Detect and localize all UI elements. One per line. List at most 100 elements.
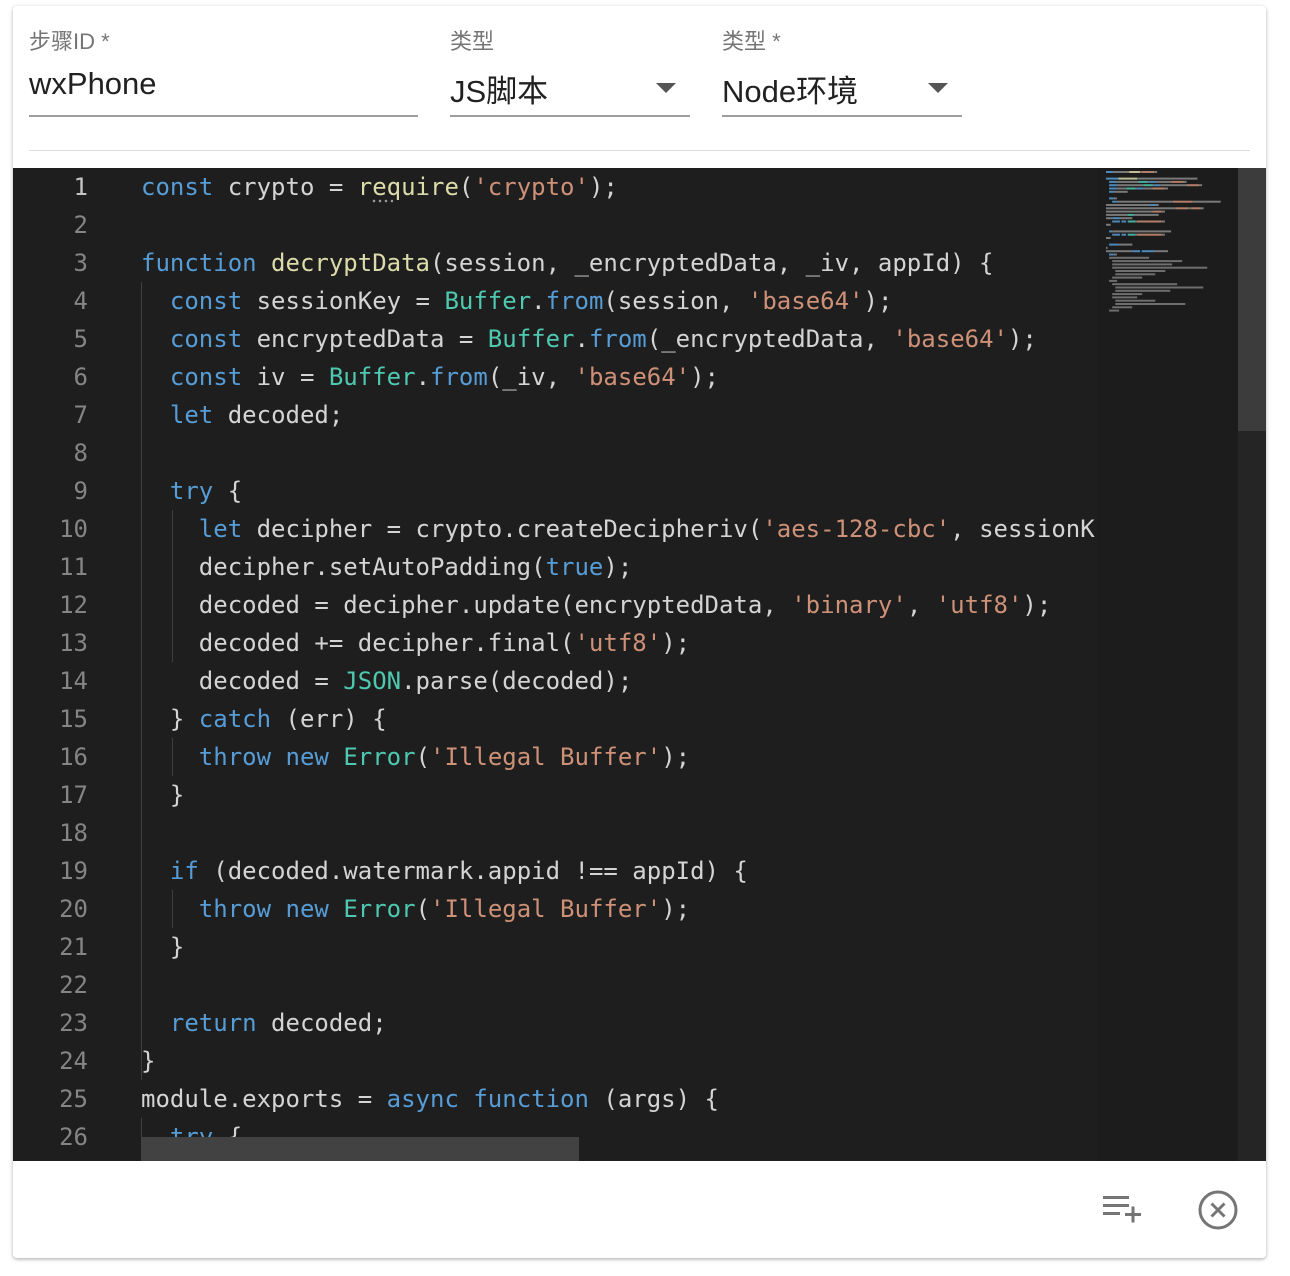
minimap-line	[1137, 233, 1162, 236]
minimap-line	[1155, 180, 1172, 183]
code-line: const crypto = require('crypto');	[141, 168, 618, 206]
horizontal-scrollbar[interactable]	[141, 1137, 579, 1161]
close-circle-icon[interactable]	[1197, 1189, 1239, 1231]
type-value[interactable]: JS脚本	[450, 66, 548, 111]
minimap-line	[1112, 306, 1133, 309]
minimap-line	[1113, 253, 1117, 256]
code-line: decoded += decipher.final('utf8');	[141, 624, 690, 662]
minimap-line	[1143, 184, 1153, 187]
minimap[interactable]	[1098, 168, 1238, 1161]
minimap-line	[1106, 237, 1111, 239]
code-token: 'crypto'	[473, 173, 589, 201]
line-number: 14	[59, 667, 88, 695]
chevron-down-icon[interactable]	[656, 83, 676, 93]
playlist-add-icon[interactable]	[1101, 1193, 1145, 1229]
minimap-line	[1129, 171, 1141, 173]
code-line: const iv = Buffer.from(_iv, 'base64');	[141, 358, 719, 396]
code-line: return decoded;	[141, 1004, 387, 1042]
code-token: (decoded.watermark.appid !== appId) {	[198, 857, 748, 885]
code-token: .	[415, 363, 431, 391]
code-line: }	[141, 1042, 155, 1080]
code-token: 'base64'	[574, 363, 691, 391]
code-token: (	[415, 895, 431, 923]
env-label: 类型 *	[722, 29, 781, 54]
divider	[29, 150, 1250, 151]
code-token: crypto =	[213, 173, 358, 201]
minimap-line	[1154, 171, 1158, 173]
chevron-down-icon[interactable]	[928, 83, 948, 93]
code-line: let decoded;	[141, 396, 343, 434]
minimap-line	[1152, 187, 1165, 190]
code-token: (_encryptedData,	[646, 325, 893, 353]
code-token: JSON	[343, 667, 402, 695]
minimap-line	[1172, 200, 1193, 203]
code-line: decoded = decipher.update(encryptedData,…	[141, 586, 1052, 624]
minimap-line	[1141, 171, 1155, 173]
line-number: 26	[59, 1123, 88, 1151]
code-token: decoded;	[256, 1009, 387, 1037]
minimap-line	[1106, 210, 1153, 213]
minimap-line	[1183, 180, 1187, 183]
minimap-line	[1106, 246, 1108, 249]
vertical-scrollbar[interactable]	[1238, 168, 1266, 1161]
minimap-line	[1109, 197, 1114, 200]
minimap-line	[1152, 184, 1155, 187]
minimap-line	[1112, 230, 1172, 233]
minimap-line	[1109, 243, 1119, 246]
minimap-line	[1115, 299, 1156, 302]
minimap-line	[1116, 187, 1127, 190]
code-token: from	[545, 287, 604, 315]
minimap-line	[1147, 180, 1150, 183]
minimap-line	[1121, 233, 1127, 236]
minimap-line	[1154, 250, 1168, 253]
code-token: 'base64'	[747, 287, 864, 315]
minimap-line	[1106, 217, 1113, 220]
env-value[interactable]: Node环境	[722, 66, 858, 111]
line-number: 10	[59, 515, 88, 543]
code-line: } catch (err) {	[141, 700, 387, 738]
minimap-line	[1186, 184, 1199, 187]
code-text-area[interactable]: const crypto = require('crypto'); functio…	[141, 168, 1096, 1161]
code-line: const sessionKey = Buffer.from(session, …	[141, 282, 893, 320]
minimap-line	[1112, 276, 1143, 279]
code-token: Error	[343, 895, 416, 923]
line-number: 5	[73, 325, 88, 353]
minimap-line	[1109, 190, 1114, 193]
code-line: throw new Error('Illegal Buffer');	[141, 738, 690, 776]
minimap-line	[1106, 213, 1128, 216]
minimap-line	[1106, 223, 1111, 226]
minimap-line	[1127, 213, 1134, 216]
code-token: (err) {	[271, 705, 387, 733]
minimap-line	[1155, 204, 1159, 206]
minimap-line	[1135, 187, 1137, 190]
step-id-input[interactable]: wxPhone	[29, 66, 157, 102]
code-token: }	[141, 705, 199, 733]
minimap-line	[1112, 217, 1120, 220]
scrollbar-thumb[interactable]	[1238, 168, 1266, 431]
minimap-line	[1116, 180, 1139, 183]
line-number: 24	[59, 1047, 88, 1075]
line-number: 19	[59, 857, 88, 885]
minimap-line	[1143, 187, 1153, 190]
line-number: 18	[59, 819, 88, 847]
minimap-line	[1135, 233, 1137, 236]
code-line: try {	[141, 472, 242, 510]
code-token: );	[690, 363, 720, 391]
code-editor[interactable]: 1 2 3 4 5 6 7 8 9 10 11 12 13 14 15 16 17 18 19 20 21 22 23 24 2…	[13, 168, 1266, 1161]
line-number: 22	[59, 971, 88, 999]
code-token: 'binary'	[791, 591, 907, 619]
code-token: decipher.setAutoPadding(	[141, 553, 546, 581]
minimap-line	[1106, 250, 1133, 253]
code-token: );	[661, 629, 691, 657]
minimap-preview	[1106, 171, 1221, 312]
code-token: from	[430, 363, 488, 391]
minimap-line	[1112, 260, 1183, 263]
minimap-line	[1112, 263, 1173, 266]
code-token: (	[415, 743, 431, 771]
code-token: 'base64'	[892, 325, 1008, 353]
